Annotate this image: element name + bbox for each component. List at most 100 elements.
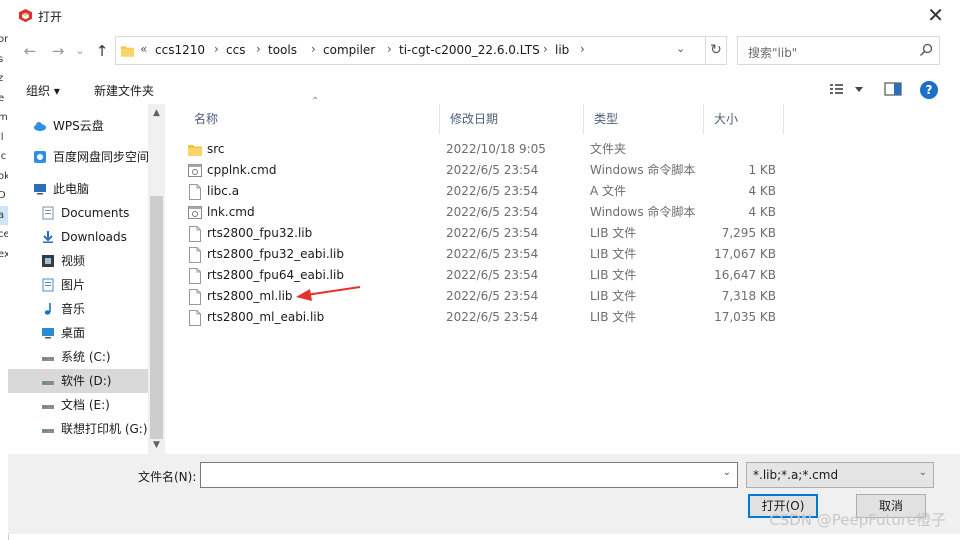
address-bar[interactable]: « ccs1210 › ccs › tools › compiler › ti-… — [115, 36, 727, 65]
nav-item-label: 音乐 — [61, 302, 86, 316]
file-size: 1 KB — [748, 163, 776, 177]
column-header-name[interactable]: 名称 — [184, 104, 440, 134]
back-arrow-icon[interactable]: ← — [20, 41, 40, 61]
crumb-separator-icon[interactable]: › — [387, 42, 392, 56]
crumb-separator-icon[interactable]: › — [580, 42, 585, 56]
up-arrow-icon[interactable]: ↑ — [92, 41, 112, 61]
nav-item[interactable]: 桌面 — [8, 321, 148, 345]
help-icon[interactable]: ? — [920, 81, 938, 99]
file-type-filter[interactable]: *.lib;*.a;*.cmd ⌄ — [746, 462, 934, 488]
nav-item[interactable]: 软件 (D:) — [8, 369, 148, 393]
crumb-tools[interactable]: tools — [268, 43, 297, 57]
background-text-fragment: z — [0, 69, 8, 89]
file-name: rts2800_ml.lib — [207, 289, 293, 303]
crumb-ccs1210[interactable]: ccs1210 — [155, 43, 205, 57]
file-name: rts2800_fpu32.lib — [207, 226, 313, 240]
column-header-size[interactable]: 大小 — [704, 104, 784, 134]
nav-item[interactable]: Documents — [8, 201, 148, 225]
overflow-chevron-icon[interactable]: « — [140, 42, 147, 56]
nav-item[interactable]: 系统 (C:) — [8, 345, 148, 369]
background-text-fragment: e — [0, 89, 8, 109]
crumb-separator-icon[interactable]: › — [256, 42, 261, 56]
crumb-lib[interactable]: lib — [555, 43, 569, 57]
file-row[interactable]: rts2800_ml.lib 2022/6/5 23:54 LIB 文件 7,318 … — [174, 286, 960, 307]
column-header-type[interactable]: 类型 — [584, 104, 704, 134]
nav-item[interactable]: 图片 — [8, 273, 148, 297]
file-date: 2022/10/18 9:05 — [446, 142, 546, 156]
filename-input[interactable]: ⌄ — [200, 462, 738, 488]
file-row[interactable]: libc.a 2022/6/5 23:54 A 文件 4 KB — [174, 181, 960, 202]
file-row[interactable]: cpplnk.cmd 2022/6/5 23:54 Windows 命令脚本 1 KB — [174, 160, 960, 181]
file-date: 2022/6/5 23:54 — [446, 226, 539, 240]
search-icon[interactable] — [919, 43, 933, 57]
documents-icon — [42, 206, 54, 220]
nav-item[interactable]: Downloads — [8, 225, 148, 249]
nav-item[interactable]: 百度网盘同步空间 — [8, 145, 149, 169]
file-type: Windows 命令脚本 — [590, 205, 696, 219]
file-row[interactable]: rts2800_fpu32_eabi.lib 2022/6/5 23:54 LIB … — [174, 244, 960, 265]
scroll-thumb[interactable] — [150, 196, 163, 439]
background-text-fragment: D — [0, 186, 8, 206]
background-text-fragment: m — [0, 108, 8, 128]
nav-item-label: 系统 (C:) — [61, 350, 111, 364]
file-name: libc.a — [207, 184, 240, 198]
nav-item-label: Documents — [61, 206, 130, 220]
recent-dropdown-icon[interactable]: ⌄ — [70, 41, 90, 61]
background-text-fragment: ok — [0, 167, 8, 187]
nav-item[interactable]: 音乐 — [8, 297, 148, 321]
file-name: lnk.cmd — [207, 205, 255, 219]
file-date: 2022/6/5 23:54 — [446, 268, 539, 282]
crumb-ccs[interactable]: ccs — [226, 43, 245, 57]
file-size: 7,295 KB — [721, 226, 776, 240]
background-text-fragment: ex — [0, 245, 8, 265]
refresh-icon[interactable]: ↻ — [705, 37, 726, 64]
view-options-icon[interactable] — [828, 82, 868, 96]
search-box[interactable]: 搜索"lib" — [737, 36, 940, 65]
video-icon — [42, 255, 54, 267]
nav-item-label: WPS云盘 — [53, 119, 104, 133]
crumb-ti-cgt[interactable]: ti-cgt-c2000_22.6.0.LTS — [399, 43, 540, 57]
drive-d-icon — [42, 381, 54, 385]
drive-g-icon — [42, 429, 54, 433]
file-row[interactable]: rts2800_fpu32.lib 2022/6/5 23:54 LIB 文件 7,2… — [174, 223, 960, 244]
crumb-compiler[interactable]: compiler — [323, 43, 375, 57]
file-size: 7,318 KB — [721, 289, 776, 303]
pictures-icon — [42, 278, 54, 292]
computer-icon — [34, 184, 46, 195]
nav-item[interactable]: 视频 — [8, 249, 148, 273]
file-row[interactable]: rts2800_fpu64_eabi.lib 2022/6/5 23:54 LIB … — [174, 265, 960, 286]
background-text-fragment: ll — [0, 131, 4, 143]
file-icon — [189, 226, 201, 242]
file-list: ⌃ 名称 修改日期 类型 大小 src 2022/10/18 9:05 文件夹 cpp… — [174, 96, 960, 454]
open-file-dialog: 打开 ✕ ← → ⌄ ↑ « ccs1210 › ccs › tools › c… — [8, 0, 960, 534]
nav-item[interactable]: 文档 (E:) — [8, 393, 148, 417]
scroll-down-icon[interactable]: ▼ — [148, 438, 165, 452]
file-row[interactable]: rts2800_ml_eabi.lib 2022/6/5 23:54 LIB 文件 1… — [174, 307, 960, 328]
preview-pane-icon[interactable] — [884, 82, 902, 96]
filter-dropdown-icon[interactable]: ⌄ — [919, 467, 927, 478]
scroll-up-icon[interactable]: ▲ — [148, 106, 165, 120]
background-text-fragment: s — [0, 50, 8, 70]
baidu-sync-icon — [34, 151, 46, 163]
forward-arrow-icon[interactable]: → — [48, 41, 68, 61]
nav-item[interactable]: 此电脑 — [8, 177, 148, 201]
file-date: 2022/6/5 23:54 — [446, 247, 539, 261]
organize-menu[interactable]: 组织 ▾ — [26, 82, 60, 99]
nav-item[interactable]: WPS云盘 — [8, 114, 148, 138]
column-header-date[interactable]: 修改日期 — [440, 104, 584, 134]
close-button[interactable]: ✕ — [927, 4, 944, 26]
new-folder-button[interactable]: 新建文件夹 — [94, 82, 154, 99]
crumb-separator-icon[interactable]: › — [311, 42, 316, 56]
nav-scrollbar[interactable]: ▲ ▼ — [148, 104, 165, 454]
address-dropdown-icon[interactable]: ⌄ — [676, 42, 685, 55]
file-size: 4 KB — [748, 184, 776, 198]
folder-icon — [188, 145, 202, 156]
nav-item[interactable]: 联想打印机 (G:) — [8, 417, 148, 441]
crumb-separator-icon[interactable]: › — [214, 42, 219, 56]
file-row[interactable]: lnk.cmd 2022/6/5 23:54 Windows 命令脚本 4 KB — [174, 202, 960, 223]
filename-dropdown-icon[interactable]: ⌄ — [723, 467, 731, 478]
background-text-fragment: ic — [0, 151, 7, 162]
file-row[interactable]: src 2022/10/18 9:05 文件夹 — [174, 139, 960, 160]
file-type: Windows 命令脚本 — [590, 163, 696, 177]
crumb-separator-icon[interactable]: › — [543, 42, 548, 56]
